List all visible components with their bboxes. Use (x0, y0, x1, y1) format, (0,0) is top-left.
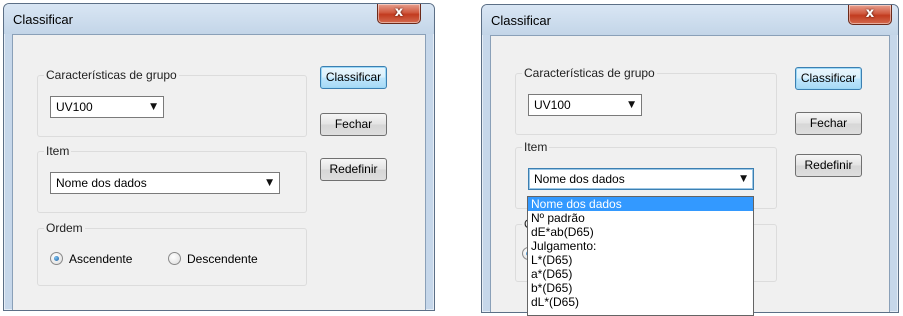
dropdown-option[interactable]: dL*(D65) (528, 295, 753, 309)
item-dropdown-list[interactable]: Nome dos dados Nº padrão dE*ab(D65) Julg… (527, 196, 754, 316)
dropdown-option[interactable]: b*(D65) (528, 281, 753, 295)
radio-descending[interactable]: Descendente (168, 251, 288, 267)
close-icon: x (394, 5, 404, 20)
group-characteristics: Características de grupo UV100 ▼ (37, 67, 307, 137)
item-select[interactable]: Nome dos dados ▼ (50, 172, 280, 194)
close-icon: x (865, 6, 875, 21)
characteristics-select-value: UV100 (534, 98, 571, 112)
chevron-down-icon: ▼ (150, 102, 157, 112)
radio-ascending-label: Ascendente (69, 252, 133, 266)
sort-dialog-right: Classificar x Características de grupo U… (481, 4, 899, 316)
title-bar[interactable]: Classificar x (4, 4, 434, 34)
group-item: Item Nome dos dados ▼ (37, 143, 307, 213)
reset-button[interactable]: Redefinir (795, 154, 862, 177)
dropdown-option[interactable]: L*(D65) (528, 253, 753, 267)
dropdown-option[interactable]: a*(D65) (528, 267, 753, 281)
item-select-value: Nome dos dados (534, 172, 625, 186)
radio-descending-icon[interactable] (168, 252, 181, 265)
close-button[interactable]: Fechar (320, 113, 387, 136)
group-item-legend: Item (44, 143, 72, 159)
chevron-down-icon: ▼ (266, 178, 273, 188)
sort-dialog-left: Classificar x Características de grupo U… (3, 3, 435, 311)
dialog-title: Classificar (491, 13, 551, 28)
chevron-down-icon: ▼ (628, 100, 635, 110)
dropdown-option[interactable]: Nome dos dados (528, 197, 753, 211)
characteristics-select[interactable]: UV100 ▼ (528, 94, 642, 116)
dialog-client-area: Características de grupo UV100 ▼ Item No… (490, 35, 890, 316)
classify-button[interactable]: Classificar (795, 67, 862, 90)
item-select[interactable]: Nome dos dados ▼ (528, 168, 754, 190)
dialog-client-area: Características de grupo UV100 ▼ Item No… (12, 34, 426, 310)
chevron-down-icon: ▼ (740, 174, 747, 184)
group-order-legend: Ordem (44, 220, 85, 236)
group-characteristics-legend: Características de grupo (522, 65, 657, 81)
radio-descending-label: Descendente (187, 252, 258, 266)
group-characteristics-legend: Características de grupo (44, 67, 179, 83)
item-select-value: Nome dos dados (56, 176, 147, 190)
close-window-button[interactable]: x (848, 5, 892, 25)
classify-button[interactable]: Classificar (320, 66, 387, 89)
reset-button[interactable]: Redefinir (320, 158, 387, 181)
dropdown-option[interactable]: dE*ab(D65) (528, 225, 753, 239)
dropdown-option[interactable]: Nº padrão (528, 211, 753, 225)
close-window-button[interactable]: x (377, 4, 421, 24)
group-characteristics: Características de grupo UV100 ▼ (515, 65, 777, 135)
characteristics-select[interactable]: UV100 ▼ (50, 96, 164, 118)
close-button[interactable]: Fechar (795, 112, 862, 135)
dialog-title: Classificar (13, 12, 73, 27)
dropdown-option[interactable]: Julgamento: (528, 239, 753, 253)
group-order: Ordem Ascendente Descendente (37, 220, 307, 286)
radio-ascending[interactable]: Ascendente (50, 251, 160, 267)
group-item-legend: Item (522, 139, 550, 155)
characteristics-select-value: UV100 (56, 100, 93, 114)
radio-ascending-icon[interactable] (50, 252, 63, 265)
title-bar[interactable]: Classificar x (482, 5, 898, 35)
